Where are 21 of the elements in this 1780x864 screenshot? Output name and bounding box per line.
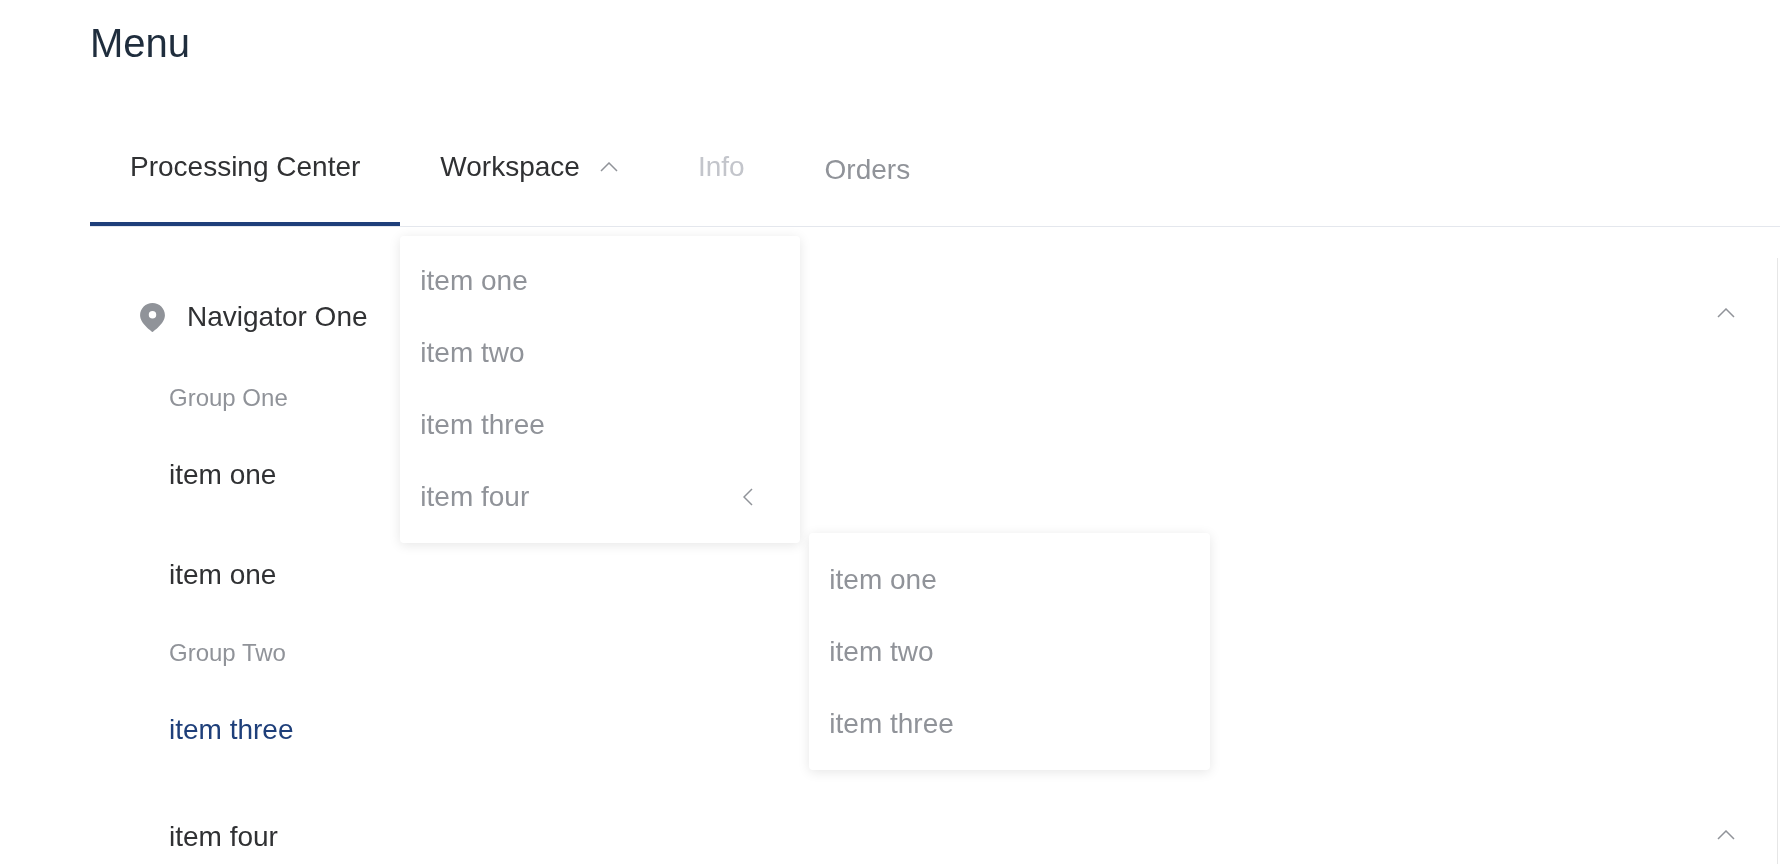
dropdown-item[interactable]: item one xyxy=(809,544,1211,616)
group-title: Group Two xyxy=(169,638,286,667)
menu-tab[interactable]: Processing Center xyxy=(90,112,401,226)
chevron-up-icon[interactable] xyxy=(1717,308,1735,318)
menu-item[interactable]: item one xyxy=(169,559,277,591)
page-title: Menu xyxy=(90,20,191,67)
menu-tab[interactable]: Orders xyxy=(784,112,951,226)
chevron-up-icon[interactable] xyxy=(1717,830,1735,840)
menu-item[interactable]: item one xyxy=(169,459,277,491)
dropdown-item[interactable]: item two xyxy=(809,616,1211,688)
menu-tab[interactable]: Workspace xyxy=(400,112,658,226)
menu-item[interactable]: item three xyxy=(169,714,294,746)
group-title: Group One xyxy=(169,383,288,412)
dropdown-item[interactable]: item four xyxy=(400,461,801,533)
dropdown-item[interactable]: item two xyxy=(400,317,801,389)
dropdown-item[interactable]: item three xyxy=(400,389,801,461)
dropdown-item[interactable]: item one xyxy=(400,245,801,317)
dropdown-item[interactable]: item three xyxy=(809,688,1211,760)
submenu-title[interactable]: Navigator One xyxy=(187,301,368,333)
location-pin-icon xyxy=(140,302,165,332)
submenu-title[interactable]: item four xyxy=(169,821,278,853)
